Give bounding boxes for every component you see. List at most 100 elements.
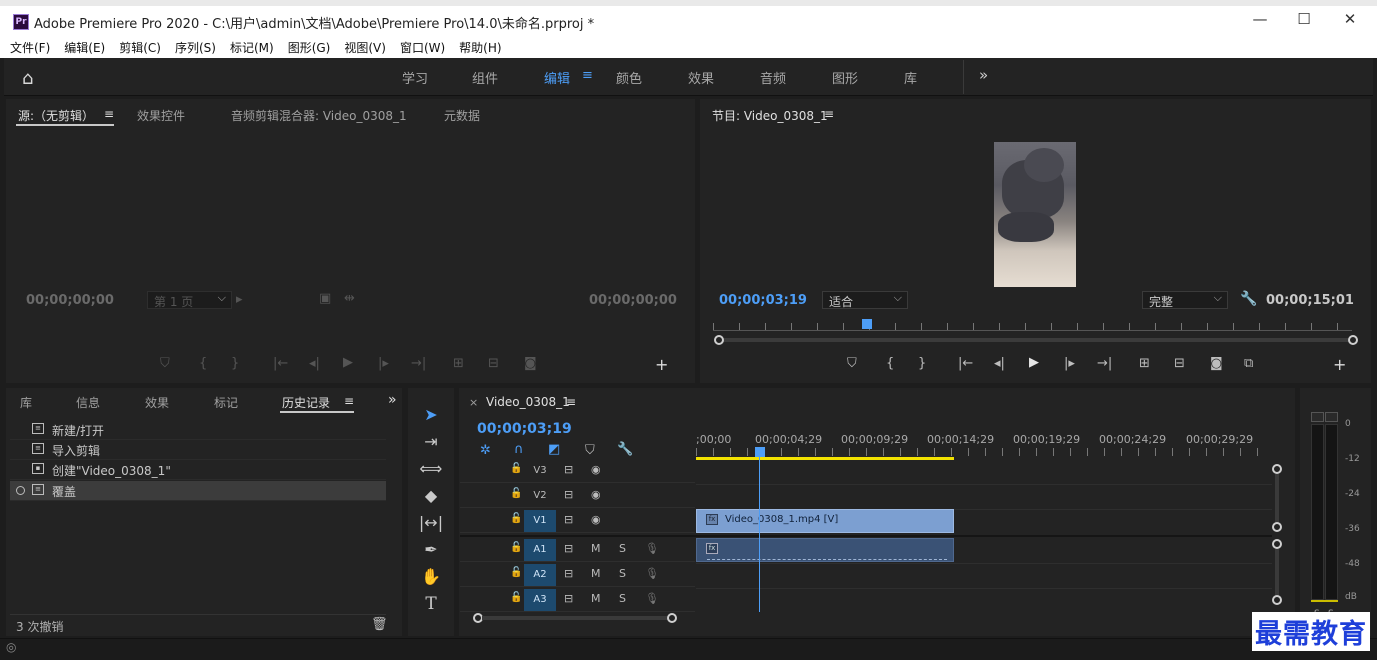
eye-icon[interactable]: ◉ (591, 463, 601, 476)
mute-button[interactable]: M (591, 592, 601, 605)
eye-icon[interactable]: ◉ (591, 488, 601, 501)
tab-markers[interactable]: 标记 (214, 394, 238, 411)
program-go-to-in-icon[interactable]: |← (958, 356, 973, 371)
workspace-effects[interactable]: 效果 (688, 68, 714, 87)
video-scroll-bottom-handle[interactable] (1272, 522, 1282, 532)
timeline-ruler-ticks[interactable] (696, 448, 1271, 456)
solo-button[interactable]: S (619, 567, 626, 580)
program-add-marker-icon[interactable]: ⛉ (847, 356, 857, 371)
type-tool-icon[interactable]: T (418, 594, 444, 618)
sync-lock-icon[interactable]: ⊟ (564, 513, 573, 526)
track-select-tool-icon[interactable]: ⇥ (418, 432, 444, 456)
program-export-frame-icon[interactable]: ◙ (1210, 356, 1223, 371)
wrench-icon[interactable]: 🔧 (1240, 291, 1257, 307)
work-area-bar[interactable] (696, 457, 954, 460)
timeline-timecode[interactable]: 00;00;03;19 (477, 421, 572, 437)
audio-scroll-top-handle[interactable] (1272, 539, 1282, 549)
linked-selection-icon[interactable]: ◩ (548, 442, 560, 457)
timeline-sequence-tab[interactable]: Video_0308_1 (486, 395, 570, 409)
hand-tool-icon[interactable]: ✋ (418, 567, 444, 591)
menu-graphics[interactable]: 图形(G) (288, 36, 331, 56)
menu-clip[interactable]: 剪辑(C) (119, 36, 161, 56)
tab-source[interactable]: 源:（无剪辑） (18, 107, 94, 124)
menu-file[interactable]: 文件(F) (10, 36, 50, 56)
source-add-button-icon[interactable]: + (655, 355, 668, 374)
track-target[interactable]: V3 (524, 460, 556, 482)
source-page-select[interactable]: 第 1 页 (147, 291, 232, 309)
source-timecode-left[interactable]: 00;00;00;00 (26, 293, 114, 308)
workspace-learning[interactable]: 学习 (402, 68, 428, 87)
trash-icon[interactable]: 🗑 (371, 617, 388, 632)
menu-markers[interactable]: 标记(M) (230, 36, 274, 56)
eye-icon[interactable]: ◉ (591, 513, 601, 526)
program-step-back-icon[interactable]: ◂| (994, 356, 1005, 371)
history-menu-icon[interactable]: ≡ (344, 394, 354, 408)
workspace-color[interactable]: 颜色 (616, 68, 642, 87)
program-play-icon[interactable]: ▶ (1029, 355, 1039, 370)
lock-icon[interactable]: 🔓 (510, 513, 522, 524)
menu-view[interactable]: 视图(V) (344, 36, 386, 56)
history-item[interactable]: ≡ 新建/打开 (10, 420, 386, 440)
program-zoom-handle-left[interactable] (714, 335, 724, 345)
program-fit-select[interactable]: 适合 (822, 291, 908, 309)
lock-icon[interactable]: 🔓 (510, 567, 522, 578)
sync-lock-icon[interactable]: ⊟ (564, 488, 573, 501)
program-step-forward-icon[interactable]: |▸ (1064, 356, 1075, 371)
close-button[interactable]: ✕ (1330, 10, 1370, 28)
tab-effect-controls[interactable]: 效果控件 (137, 107, 185, 124)
ripple-edit-tool-icon[interactable]: ⟺ (418, 459, 444, 483)
selection-tool-icon[interactable]: ➤ (418, 405, 444, 429)
pen-tool-icon[interactable]: ✒ (418, 540, 444, 564)
program-zoom-handle-right[interactable] (1348, 335, 1358, 345)
program-current-timecode[interactable]: 00;00;03;19 (719, 293, 807, 308)
maximize-button[interactable]: ☐ (1284, 10, 1324, 28)
menu-edit[interactable]: 编辑(E) (64, 36, 105, 56)
video-audio-divider[interactable] (460, 535, 1272, 537)
timeline-menu-icon[interactable]: ≡ (566, 395, 576, 409)
timeline-horizontal-scrollbar[interactable] (482, 616, 670, 620)
track-target[interactable]: V1 (524, 510, 556, 532)
comparison-view-icon[interactable]: ⧉ (1244, 356, 1253, 371)
program-zoom-bar[interactable] (720, 338, 1350, 342)
workspace-audio[interactable]: 音频 (760, 68, 786, 87)
project-overflow-icon[interactable]: » (388, 392, 397, 408)
workspace-menu-icon[interactable]: ≡ (582, 68, 593, 83)
tab-history[interactable]: 历史记录 (282, 394, 330, 411)
slip-tool-icon[interactable]: |↔| (418, 513, 444, 537)
mute-button[interactable]: M (591, 567, 601, 580)
program-time-ruler[interactable] (713, 323, 1352, 331)
minimize-button[interactable]: — (1240, 10, 1280, 28)
mic-icon[interactable]: 🎙 (645, 592, 659, 605)
lock-icon[interactable]: 🔓 (510, 488, 522, 499)
workspace-overflow-icon[interactable]: » (979, 66, 988, 84)
timeline-settings-icon[interactable]: 🔧 (617, 442, 633, 457)
timeline-close-icon[interactable]: × (469, 396, 478, 409)
program-menu-icon[interactable]: ≡ (824, 107, 834, 121)
workspace-assembly[interactable]: 组件 (472, 68, 498, 87)
program-quality-select[interactable]: 完整 (1142, 291, 1228, 309)
workspace-libraries[interactable]: 库 (904, 68, 917, 87)
source-timecode-right[interactable]: 00;00;00;00 (589, 293, 677, 308)
extract-icon[interactable]: ⊟ (1174, 356, 1185, 371)
menu-window[interactable]: 窗口(W) (400, 36, 445, 56)
lift-icon[interactable]: ⊞ (1139, 356, 1150, 371)
home-icon[interactable]: ⌂ (22, 68, 33, 89)
program-mark-in-icon[interactable]: { (886, 356, 894, 371)
video-scrollbar[interactable] (1275, 474, 1279, 522)
history-item-selected[interactable]: ≡ 覆盖 (10, 481, 386, 501)
program-mark-out-icon[interactable]: } (918, 356, 926, 371)
workspace-graphics[interactable]: 图形 (832, 68, 858, 87)
snap-icon[interactable]: ∩ (514, 442, 524, 457)
sync-lock-icon[interactable]: ⊟ (564, 542, 573, 555)
source-menu-icon[interactable]: ≡ (104, 107, 114, 121)
tab-info[interactable]: 信息 (76, 394, 100, 411)
timeline-zoom-handle-right[interactable] (667, 613, 677, 623)
timeline-marker-icon[interactable]: ⛉ (585, 443, 595, 458)
program-title[interactable]: 节目: Video_0308_1 (712, 107, 828, 124)
mic-icon[interactable]: 🎙 (645, 542, 659, 555)
mic-icon[interactable]: 🎙 (645, 567, 659, 580)
menu-sequence[interactable]: 序列(S) (175, 36, 216, 56)
solo-button[interactable]: S (619, 592, 626, 605)
track-target[interactable]: A1 (524, 539, 556, 561)
tab-audio-clip-mixer[interactable]: 音频剪辑混合器: Video_0308_1 (231, 107, 407, 124)
